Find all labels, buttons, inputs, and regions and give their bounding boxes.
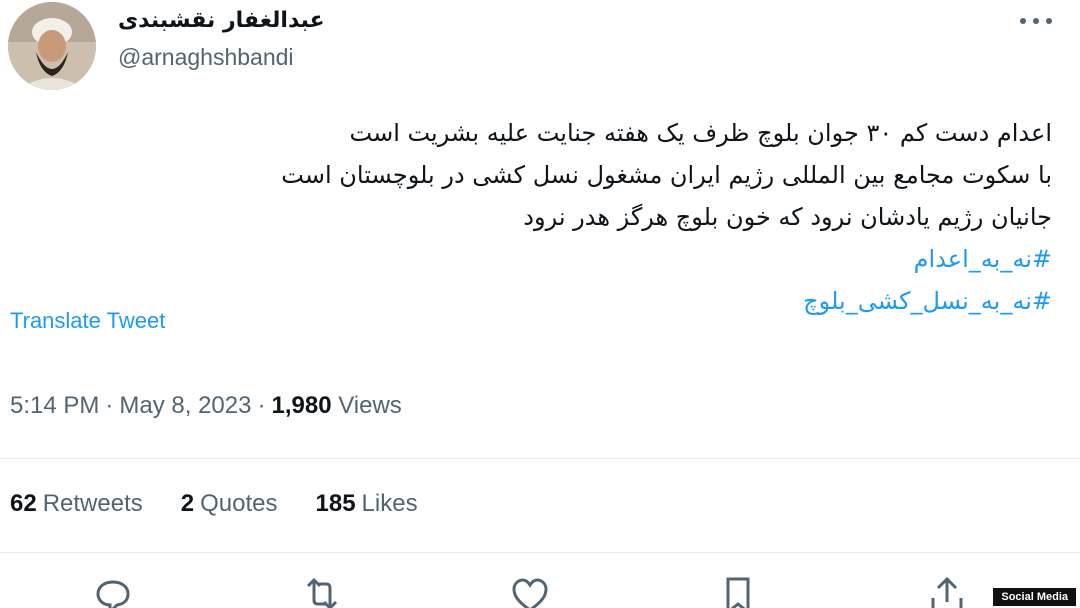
reply-icon[interactable] [93, 576, 133, 608]
tweet-line: جانیان رژیم یادشان نرود که خون بلوچ هرگز… [523, 203, 1052, 231]
likes-count: 185 [315, 490, 356, 517]
retweets-label: Retweets [42, 490, 143, 517]
translate-tweet-link[interactable]: Translate Tweet [10, 308, 165, 334]
retweet-icon[interactable] [302, 576, 342, 608]
divider [0, 552, 1080, 553]
more-horizontal-icon[interactable] [1016, 6, 1056, 36]
divider [0, 458, 1080, 459]
likes-label: Likes [361, 490, 418, 517]
author-name[interactable]: عبدالغفار نقشبندی [118, 8, 325, 33]
quotes-label: Quotes [200, 490, 278, 517]
avatar-image [8, 2, 96, 90]
engagement-stats: 62 Retweets 2 Quotes 185 Likes [10, 490, 418, 518]
hashtag-link[interactable]: #نه_به_نسل_کشی_بلوچ [803, 287, 1052, 315]
retweets-stat[interactable]: 62 Retweets [10, 490, 143, 518]
likes-stat[interactable]: 185 Likes [316, 490, 418, 518]
heart-icon[interactable] [510, 576, 550, 608]
retweets-count: 62 [10, 490, 37, 517]
tweet-date[interactable]: May 8, 2023 [119, 392, 251, 419]
tweet-time[interactable]: 5:14 PM [10, 392, 99, 419]
avatar[interactable] [8, 2, 96, 90]
tweet-line: اعدام دست کم ۳۰ جوان بلوچ ظرف یک هفته جن… [349, 119, 1052, 147]
tweet-meta: 5:14 PM · May 8, 2023 · 1,980 Views [10, 392, 402, 420]
tweet-line: با سکوت مجامع بین المللی رژیم ایران مشغو… [281, 161, 1052, 189]
tweet-text: اعدام دست کم ۳۰ جوان بلوچ ظرف یک هفته جن… [30, 112, 1052, 322]
bookmark-icon[interactable] [718, 576, 758, 608]
tweet-hashtag-line: #نه_به_اعدام [30, 238, 1052, 280]
hashtag-link[interactable]: #نه_به_اعدام [914, 245, 1052, 273]
meta-separator: · [257, 392, 266, 419]
views-count: 1,980 [271, 392, 332, 419]
meta-separator: · [105, 392, 114, 419]
author-handle[interactable]: @arnaghshbandi [118, 44, 294, 71]
quotes-stat[interactable]: 2 Quotes [181, 490, 278, 518]
views-label: Views [338, 392, 402, 419]
quotes-count: 2 [180, 490, 195, 517]
share-icon[interactable] [927, 576, 967, 608]
social-media-watermark: Social Media [993, 588, 1076, 606]
tweet-hashtag-line: #نه_به_نسل_کشی_بلوچ [30, 280, 1052, 322]
